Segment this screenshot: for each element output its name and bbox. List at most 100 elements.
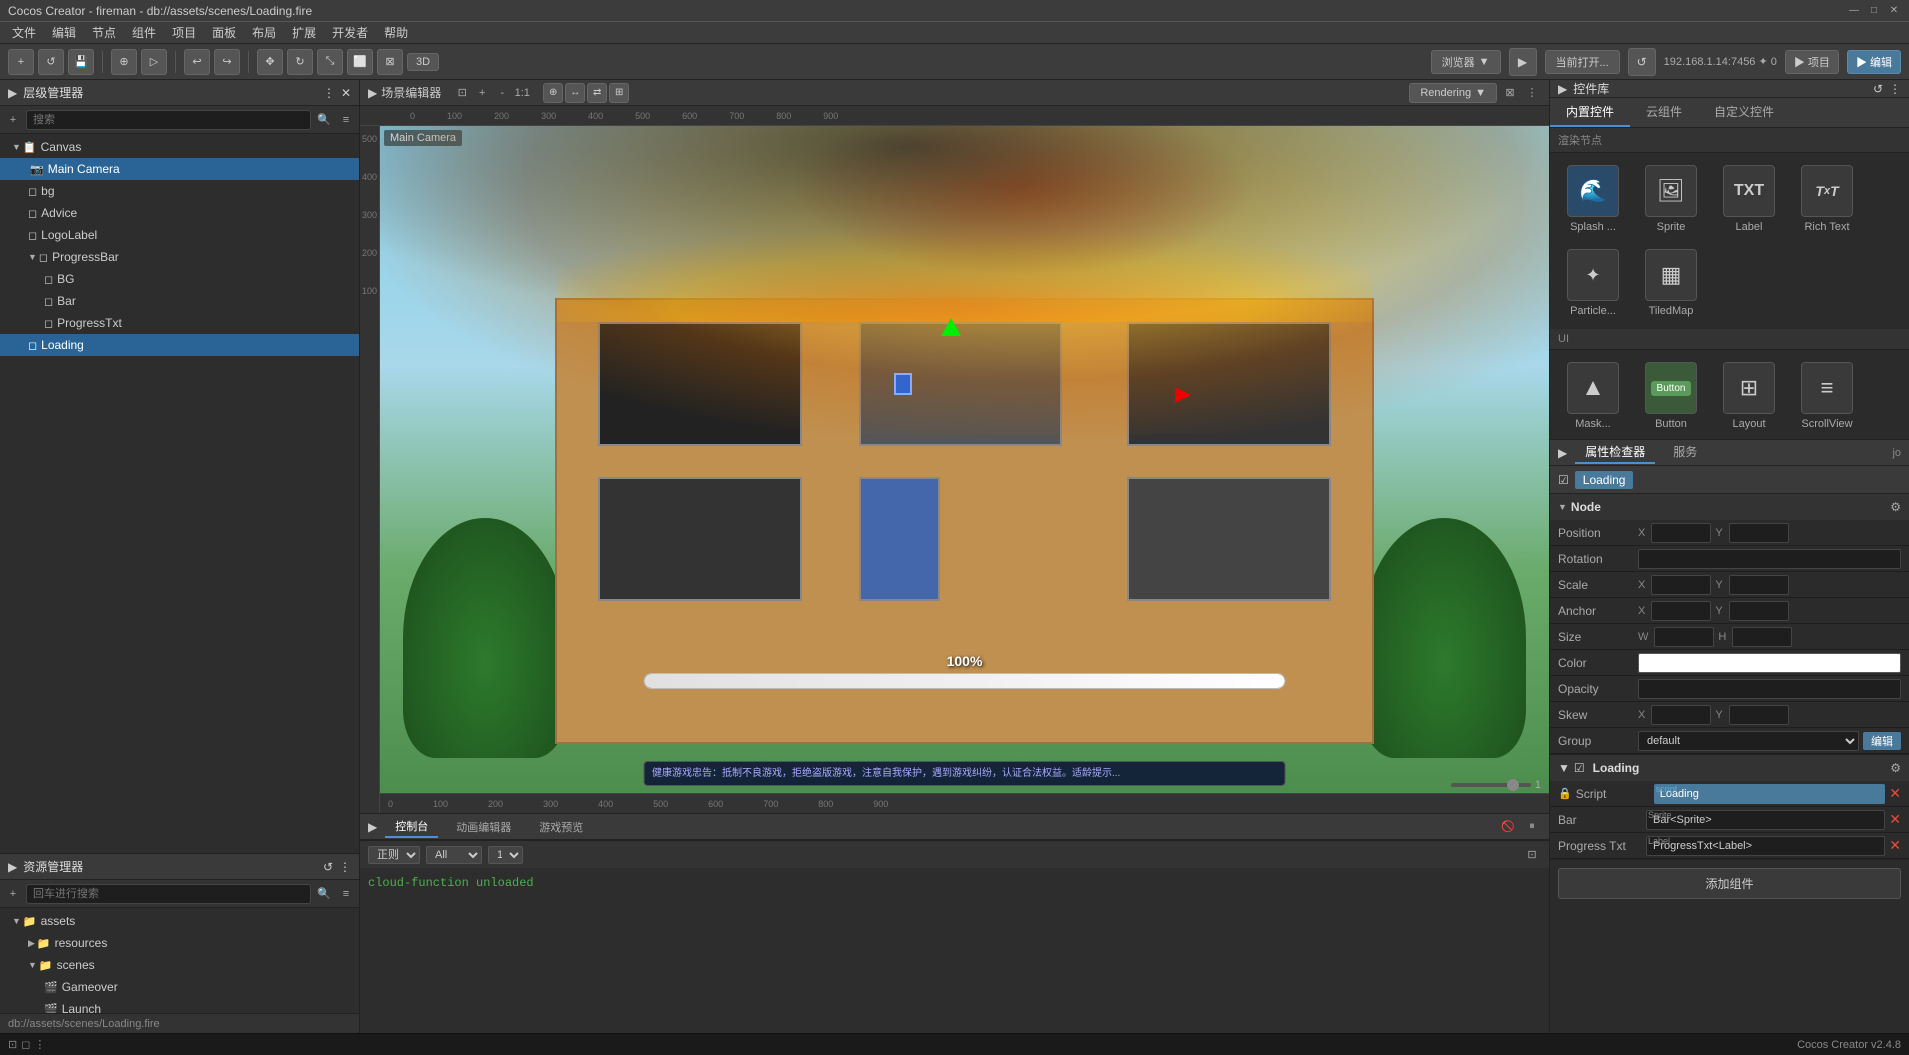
zoom-slider[interactable] — [1451, 783, 1531, 787]
menu-developer[interactable]: 开发者 — [324, 22, 376, 43]
redo-button[interactable]: ↪ — [214, 49, 240, 75]
hierarchy-search-icon[interactable]: 🔍 — [315, 111, 333, 129]
build-button[interactable]: ⊕ — [111, 49, 137, 75]
widget-layout[interactable]: ⊞ Layout — [1714, 358, 1784, 434]
minimize-button[interactable]: — — [1847, 4, 1861, 18]
console-pause-icon[interactable]: ⏸ — [1523, 818, 1541, 836]
close-button[interactable]: ✕ — [1887, 4, 1901, 18]
hierarchy-search-input[interactable] — [26, 110, 311, 130]
add-node-button[interactable]: + — [8, 49, 34, 75]
console-clear-icon[interactable]: 🚫 — [1499, 818, 1517, 836]
tree-item-main-camera[interactable]: 📷 Main Camera — [0, 158, 359, 180]
hierarchy-more-icon[interactable]: ⋮ — [323, 86, 335, 100]
play-button[interactable]: ▶ — [1509, 48, 1537, 76]
scene-viewport[interactable]: 100% 健康游戏忠告：抵制不良游戏，拒绝盗版游戏，注意自我保护，遇到游戏纠纷，… — [380, 126, 1549, 813]
tab-cloud[interactable]: 云组件 — [1630, 98, 1698, 127]
tab-preview[interactable]: 游戏预览 — [529, 817, 593, 837]
loading-gear-icon[interactable]: ⚙ — [1890, 761, 1901, 775]
asset-add-icon[interactable]: + — [4, 885, 22, 903]
scene-tool-3[interactable]: ⇄ — [587, 83, 607, 103]
edit-button[interactable]: ▶ 编辑 — [1847, 50, 1901, 74]
asset-filter-icon[interactable]: ≡ — [337, 885, 355, 903]
project-button[interactable]: ▶ 项目 — [1785, 50, 1839, 74]
asset-tree-launch[interactable]: 🎬 Launch — [0, 998, 359, 1013]
scene-zoom-fit[interactable]: ⊡ — [453, 84, 471, 102]
scene-collapse-icon[interactable]: ▶ — [368, 86, 377, 100]
tab-properties[interactable]: 属性检查器 — [1575, 441, 1655, 464]
scene-tool-2[interactable]: ↔ — [565, 83, 585, 103]
node-section-header[interactable]: ▼ Node ⚙ — [1550, 494, 1909, 520]
maximize-button[interactable]: □ — [1867, 4, 1881, 18]
widget-scrollview[interactable]: ≡ ScrollView — [1792, 358, 1862, 434]
loading-section-header[interactable]: ▼ ☑ Loading ⚙ — [1550, 755, 1909, 781]
anchor-x-input[interactable]: 0.5 — [1651, 601, 1711, 621]
widget-sprite[interactable]: 🖼 Sprite — [1636, 161, 1706, 237]
hierarchy-close-icon[interactable]: ✕ — [341, 86, 351, 100]
tree-item-progressbar[interactable]: ▼ ◻ ProgressBar — [0, 246, 359, 268]
checkbox-loading[interactable]: ☑ — [1558, 473, 1569, 487]
size-h-input[interactable]: 0 — [1732, 627, 1792, 647]
console-filter-select[interactable]: All Error Warn — [426, 846, 482, 864]
save-button[interactable]: 💾 — [68, 49, 94, 75]
tab-builtin[interactable]: 内置控件 — [1550, 98, 1630, 127]
add-component-button[interactable]: 添加组件 — [1558, 868, 1901, 899]
menu-extend[interactable]: 扩展 — [284, 22, 324, 43]
tab-animation[interactable]: 动画编辑器 — [446, 817, 521, 837]
undo-button[interactable]: ↩ — [184, 49, 210, 75]
widget-refresh-icon[interactable]: ↺ — [1873, 82, 1883, 96]
scale-x-input[interactable]: 1 — [1651, 575, 1711, 595]
status-icon-1[interactable]: ⊡ — [8, 1038, 17, 1051]
tree-item-advice[interactable]: ◻ Advice — [0, 202, 359, 224]
tree-item-bg[interactable]: ◻ bg — [0, 180, 359, 202]
hierarchy-add-icon[interactable]: + — [4, 111, 22, 129]
tree-item-loading[interactable]: ◻ Loading — [0, 334, 359, 356]
node-gear-icon[interactable]: ⚙ — [1890, 500, 1901, 514]
rect-tool[interactable]: ⬜ — [347, 49, 373, 75]
widget-mask[interactable]: ▲ Mask... — [1558, 358, 1628, 434]
preview-button[interactable]: ▷ — [141, 49, 167, 75]
group-edit-button[interactable]: 编辑 — [1863, 732, 1901, 750]
tree-item-bg2[interactable]: ◻ BG — [0, 268, 359, 290]
widget-more-icon[interactable]: ⋮ — [1889, 82, 1901, 96]
bar-field[interactable]: Bar<Sprite> — [1646, 810, 1885, 830]
widget-collapse-icon[interactable]: ▶ — [1558, 82, 1567, 96]
status-icon-3[interactable]: ⋮ — [34, 1038, 45, 1051]
mode-3d-button[interactable]: 3D — [407, 53, 439, 71]
bar-remove-button[interactable]: ✕ — [1889, 811, 1901, 828]
zoom-thumb[interactable] — [1507, 779, 1519, 791]
progress-txt-remove-button[interactable]: ✕ — [1889, 837, 1901, 854]
asset-search-icon[interactable]: 🔍 — [315, 885, 333, 903]
asset-collapse-icon[interactable]: ▶ — [8, 860, 17, 874]
widget-richtext[interactable]: TxT Rich Text — [1792, 161, 1862, 237]
hierarchy-filter-icon[interactable]: ≡ — [337, 111, 355, 129]
loading-checkbox[interactable]: ☑ — [1574, 761, 1585, 775]
anchor-y-input[interactable]: 0.5 — [1729, 601, 1789, 621]
widget-label[interactable]: TXT Label — [1714, 161, 1784, 237]
scene-tool-4[interactable]: ⊞ — [609, 83, 629, 103]
prop-collapse-icon[interactable]: ▶ — [1558, 446, 1567, 460]
asset-refresh-icon[interactable]: ↺ — [323, 860, 333, 874]
transform-tool[interactable]: ⊠ — [377, 49, 403, 75]
progress-txt-field[interactable]: ProgressTxt<Label> — [1646, 836, 1885, 856]
console-level-select[interactable]: 正则 文本 — [368, 846, 420, 864]
menu-file[interactable]: 文件 — [4, 22, 44, 43]
zoom-bar[interactable]: 1 — [1451, 779, 1541, 791]
menu-help[interactable]: 帮助 — [376, 22, 416, 43]
scene-tool-1[interactable]: ⊕ — [543, 83, 563, 103]
asset-tree-assets[interactable]: ▼ 📁 assets — [0, 910, 359, 932]
color-value[interactable] — [1638, 653, 1901, 673]
script-field[interactable]: Loading — [1654, 784, 1886, 804]
scene-refresh-button[interactable]: ↺ — [1628, 48, 1656, 76]
asset-tree-gameover[interactable]: 🎬 Gameover — [0, 976, 359, 998]
scene-zoom-out[interactable]: - — [493, 84, 511, 102]
tree-item-canvas[interactable]: ▼ 📋 Canvas — [0, 136, 359, 158]
menu-layout[interactable]: 布局 — [244, 22, 284, 43]
widget-particle[interactable]: ✦ Particle... — [1558, 245, 1628, 321]
widget-splash[interactable]: 🌊 Splash ... — [1558, 161, 1628, 237]
menu-edit[interactable]: 编辑 — [44, 22, 84, 43]
console-font-select[interactable]: 14 12 16 — [488, 846, 523, 864]
scale-y-input[interactable]: 1 — [1729, 575, 1789, 595]
asset-search-input[interactable] — [26, 884, 311, 904]
tree-item-bar[interactable]: ◻ Bar — [0, 290, 359, 312]
scene-1-1[interactable]: 1:1 — [513, 84, 531, 102]
